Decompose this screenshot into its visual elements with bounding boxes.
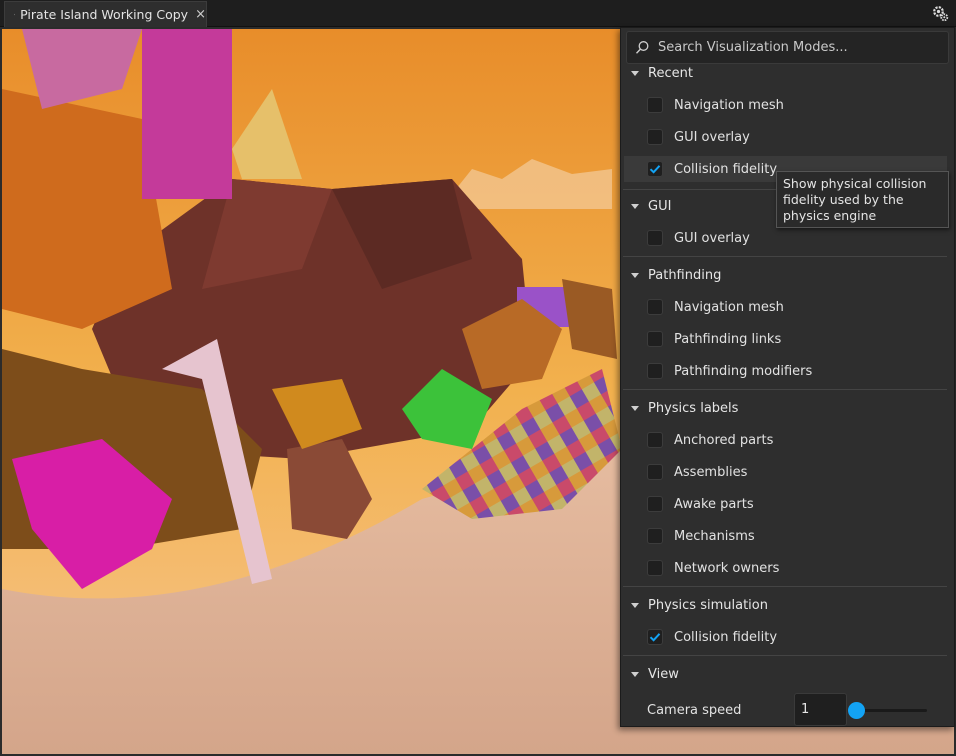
physics-labels-item-anchored-parts[interactable]: Anchored parts [621, 427, 954, 453]
pathfinding-item-navigation-mesh[interactable]: Navigation mesh [621, 294, 954, 320]
chevron-down-icon [631, 671, 639, 677]
visualization-settings-button[interactable] [930, 3, 951, 24]
section-title: Pathfinding [648, 267, 722, 283]
pathfinding-item-pathfinding-modifiers[interactable]: Pathfinding modifiers [621, 358, 954, 384]
gui-item-gui-overlay[interactable]: GUI overlay [621, 225, 954, 251]
checkbox-checked[interactable] [647, 629, 663, 645]
row-label: Collision fidelity [674, 629, 778, 645]
row-label: Pathfinding links [674, 331, 782, 347]
camera-speed-slider-track[interactable] [857, 709, 927, 712]
section-physics-simulation[interactable]: Physics simulation [621, 594, 954, 616]
row-label: Awake parts [674, 496, 754, 512]
document-icon [14, 13, 16, 16]
physics-labels-item-mechanisms[interactable]: Mechanisms [621, 523, 954, 549]
checkbox[interactable] [647, 230, 663, 246]
checkmark-icon [649, 633, 661, 642]
tooltip: Show physical collision fidelity used by… [776, 171, 949, 228]
search-bar[interactable] [626, 31, 949, 64]
checkmark-icon [649, 165, 661, 174]
camera-speed-slider-thumb[interactable] [848, 702, 865, 719]
checkbox[interactable] [647, 432, 663, 448]
section-title: Physics simulation [648, 597, 768, 613]
checkbox[interactable] [647, 363, 663, 379]
checkbox[interactable] [647, 129, 663, 145]
row-label: Navigation mesh [674, 299, 784, 315]
chevron-down-icon [631, 405, 639, 411]
physics-labels-item-assemblies[interactable]: Assemblies [621, 459, 954, 485]
section-recent[interactable]: Recent [621, 62, 954, 84]
checkbox[interactable] [647, 464, 663, 480]
checkbox[interactable] [647, 97, 663, 113]
recent-item-navigation-mesh[interactable]: Navigation mesh [621, 92, 954, 118]
chevron-down-icon [631, 272, 639, 278]
camera-speed-label: Camera speed [647, 702, 742, 718]
row-label: Assemblies [674, 464, 748, 480]
section-pathfinding[interactable]: Pathfinding [621, 264, 954, 286]
row-label: GUI overlay [674, 129, 750, 145]
checkbox[interactable] [647, 528, 663, 544]
physics-labels-item-network-owners[interactable]: Network owners [621, 555, 954, 581]
row-label: Pathfinding modifiers [674, 363, 813, 379]
recent-item-gui-overlay[interactable]: GUI overlay [621, 124, 954, 150]
search-input[interactable] [658, 40, 948, 55]
row-label: Anchored parts [674, 432, 774, 448]
row-label: Network owners [674, 560, 780, 576]
tab-pirate-island[interactable]: Pirate Island Working Copy × [4, 1, 207, 27]
section-title: Recent [648, 65, 693, 81]
divider [623, 655, 947, 656]
checkbox-checked[interactable] [647, 161, 663, 177]
divider [623, 256, 947, 257]
row-label: Collision fidelity [674, 161, 778, 177]
section-title: View [648, 666, 679, 682]
camera-speed-row: Camera speed [621, 693, 954, 727]
checkbox[interactable] [647, 560, 663, 576]
checkbox[interactable] [647, 331, 663, 347]
divider [623, 389, 947, 390]
section-title: Physics labels [648, 400, 739, 416]
row-label: Mechanisms [674, 528, 755, 544]
gear-icon [933, 6, 949, 22]
checkbox[interactable] [647, 496, 663, 512]
tab-title: Pirate Island Working Copy [20, 7, 189, 22]
section-view[interactable]: View [621, 663, 954, 685]
checkbox[interactable] [647, 299, 663, 315]
row-label: Navigation mesh [674, 97, 784, 113]
chevron-down-icon [631, 70, 639, 76]
pathfinding-item-pathfinding-links[interactable]: Pathfinding links [621, 326, 954, 352]
physics-simulation-item-collision-fidelity[interactable]: Collision fidelity [621, 624, 954, 650]
section-physics-labels[interactable]: Physics labels [621, 397, 954, 419]
search-icon [635, 41, 649, 54]
tab-close-icon[interactable]: × [195, 7, 206, 22]
chevron-down-icon [631, 203, 639, 209]
divider [623, 586, 947, 587]
visualization-modes-panel: Recent Navigation mesh GUI overlay Colli… [620, 27, 955, 727]
tab-bar: Pirate Island Working Copy × [0, 0, 956, 27]
row-label: GUI overlay [674, 230, 750, 246]
chevron-down-icon [631, 602, 639, 608]
section-title: GUI [648, 198, 672, 214]
camera-speed-input[interactable] [794, 693, 847, 726]
physics-labels-item-awake-parts[interactable]: Awake parts [621, 491, 954, 517]
